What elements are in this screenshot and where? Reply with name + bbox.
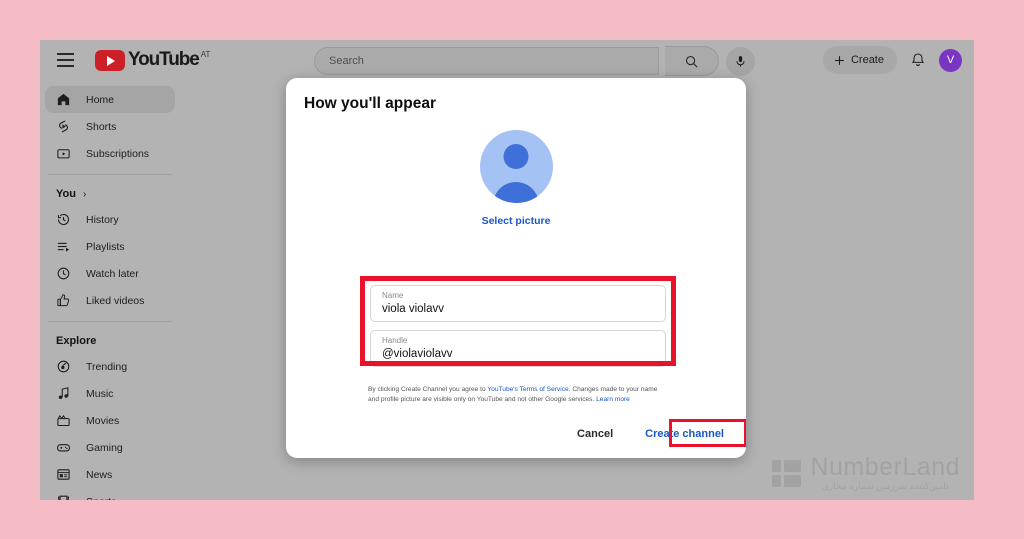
sidebar-heading-explore-label: Explore — [56, 335, 97, 347]
search-icon — [685, 55, 698, 68]
person-placeholder-icon[interactable] — [479, 130, 553, 203]
shorts-icon — [56, 119, 78, 134]
sidebar-item-liked-videos[interactable]: Liked videos — [45, 287, 175, 314]
sidebar-item-home[interactable]: Home — [45, 86, 175, 113]
sidebar-item-sports[interactable]: Sports — [45, 488, 175, 500]
clock-icon — [56, 266, 78, 281]
create-channel-button[interactable]: Create channel — [637, 422, 732, 446]
plus-icon — [835, 55, 844, 65]
search-area: Search — [314, 46, 755, 76]
watermark-text-english: NumberLand — [810, 453, 960, 481]
legal-text-part1: By clicking Create Channel you agree to — [368, 386, 488, 393]
avatar[interactable]: V — [939, 48, 962, 72]
sidebar-item-shorts[interactable]: Shorts — [45, 113, 175, 140]
sidebar-label-music: Music — [86, 387, 114, 400]
sidebar-divider-1 — [48, 174, 172, 175]
sidebar-heading-you-label: You — [56, 188, 76, 200]
sidebar-label-movies: Movies — [86, 414, 120, 427]
sidebar: Home Shorts Subscriptions You › History … — [40, 80, 180, 500]
numberland-logo-icon — [772, 459, 802, 487]
create-button[interactable]: Create — [822, 46, 897, 74]
home-icon — [56, 92, 78, 107]
dialog-title: How you'll appear — [304, 95, 437, 112]
select-picture-link[interactable]: Select picture — [482, 215, 551, 227]
subscriptions-icon — [56, 146, 78, 161]
top-bar: YouTube AT Search Create V — [40, 40, 974, 80]
sidebar-label-playlists: Playlists — [86, 240, 125, 253]
sidebar-item-trending[interactable]: Trending — [45, 353, 175, 380]
sidebar-item-gaming[interactable]: Gaming — [45, 434, 175, 461]
trending-icon — [56, 359, 78, 374]
music-icon — [56, 386, 78, 401]
sidebar-label-news: News — [86, 468, 113, 481]
avatar-head-shape — [503, 144, 529, 169]
sidebar-label-sports: Sports — [86, 496, 116, 501]
sidebar-item-playlists[interactable]: Playlists — [45, 233, 175, 260]
youtube-logo[interactable]: YouTube AT — [95, 49, 210, 71]
handle-field[interactable]: Handle @violaviolavv — [370, 330, 666, 367]
name-field-label: Name — [382, 291, 404, 300]
legal-disclaimer: By clicking Create Channel you agree to … — [368, 385, 668, 405]
youtube-country-code: AT — [200, 50, 211, 59]
sidebar-label-home: Home — [86, 93, 115, 106]
avatar-body-shape — [493, 182, 539, 203]
bell-icon — [911, 53, 925, 66]
search-button[interactable] — [665, 46, 719, 76]
sidebar-item-music[interactable]: Music — [45, 380, 175, 407]
sidebar-label-liked-videos: Liked videos — [86, 294, 145, 307]
sidebar-heading-explore: Explore — [40, 329, 180, 353]
gaming-icon — [56, 440, 78, 455]
trophy-icon — [56, 494, 78, 500]
voice-search-button[interactable] — [726, 46, 755, 76]
channel-fields: Name viola violavv Handle @violaviolavv — [370, 285, 666, 375]
top-bar-right-controls: Create V — [822, 46, 962, 74]
terms-of-service-link[interactable]: YouTube's Terms of Service — [487, 386, 568, 393]
create-button-label: Create — [850, 54, 884, 66]
handle-field-value: @violaviolavv — [382, 348, 453, 360]
search-input[interactable]: Search — [314, 47, 659, 75]
thumbs-up-icon — [56, 293, 78, 308]
history-icon — [56, 212, 78, 227]
chevron-right-icon: › — [82, 188, 87, 200]
search-placeholder: Search — [329, 55, 364, 67]
playlists-icon — [56, 239, 78, 254]
sidebar-item-movies[interactable]: Movies — [45, 407, 175, 434]
watermark-text-block: NumberLand تامین‌کننده سرزمین شماره مجاز… — [810, 454, 960, 492]
youtube-logo-text: YouTube — [128, 49, 200, 70]
dialog-actions: Cancel Create channel — [567, 422, 732, 446]
how-youll-appear-dialog: How you'll appear Select picture Name vi… — [286, 78, 746, 458]
profile-picture-area: Select picture — [286, 130, 746, 227]
watermark-text-persian: تامین‌کننده سرزمین شماره مجازی — [821, 481, 949, 491]
sidebar-item-history[interactable]: History — [45, 206, 175, 233]
sidebar-label-shorts: Shorts — [86, 120, 117, 133]
sidebar-divider-2 — [48, 321, 172, 322]
handle-field-label: Handle — [382, 336, 408, 345]
youtube-play-icon — [95, 50, 125, 71]
learn-more-link[interactable]: Learn more — [596, 396, 630, 403]
sidebar-label-history: History — [86, 213, 119, 226]
name-field[interactable]: Name viola violavv — [370, 285, 666, 322]
sidebar-label-subscriptions: Subscriptions — [86, 147, 150, 160]
notifications-button[interactable] — [910, 52, 926, 68]
cancel-button[interactable]: Cancel — [567, 422, 623, 446]
numberland-watermark: NumberLand تامین‌کننده سرزمین شماره مجاز… — [772, 454, 960, 492]
news-icon — [56, 467, 78, 482]
sidebar-label-trending: Trending — [86, 360, 128, 373]
movies-icon — [56, 413, 78, 428]
sidebar-item-news[interactable]: News — [45, 461, 175, 488]
sidebar-label-gaming: Gaming — [86, 441, 123, 454]
microphone-icon — [736, 55, 745, 67]
sidebar-label-watch-later: Watch later — [86, 267, 139, 280]
sidebar-heading-you[interactable]: You › — [40, 182, 180, 206]
hamburger-icon[interactable] — [45, 40, 85, 80]
sidebar-item-subscriptions[interactable]: Subscriptions — [45, 140, 175, 167]
name-field-value: viola violavv — [382, 303, 444, 315]
sidebar-item-watch-later[interactable]: Watch later — [45, 260, 175, 287]
